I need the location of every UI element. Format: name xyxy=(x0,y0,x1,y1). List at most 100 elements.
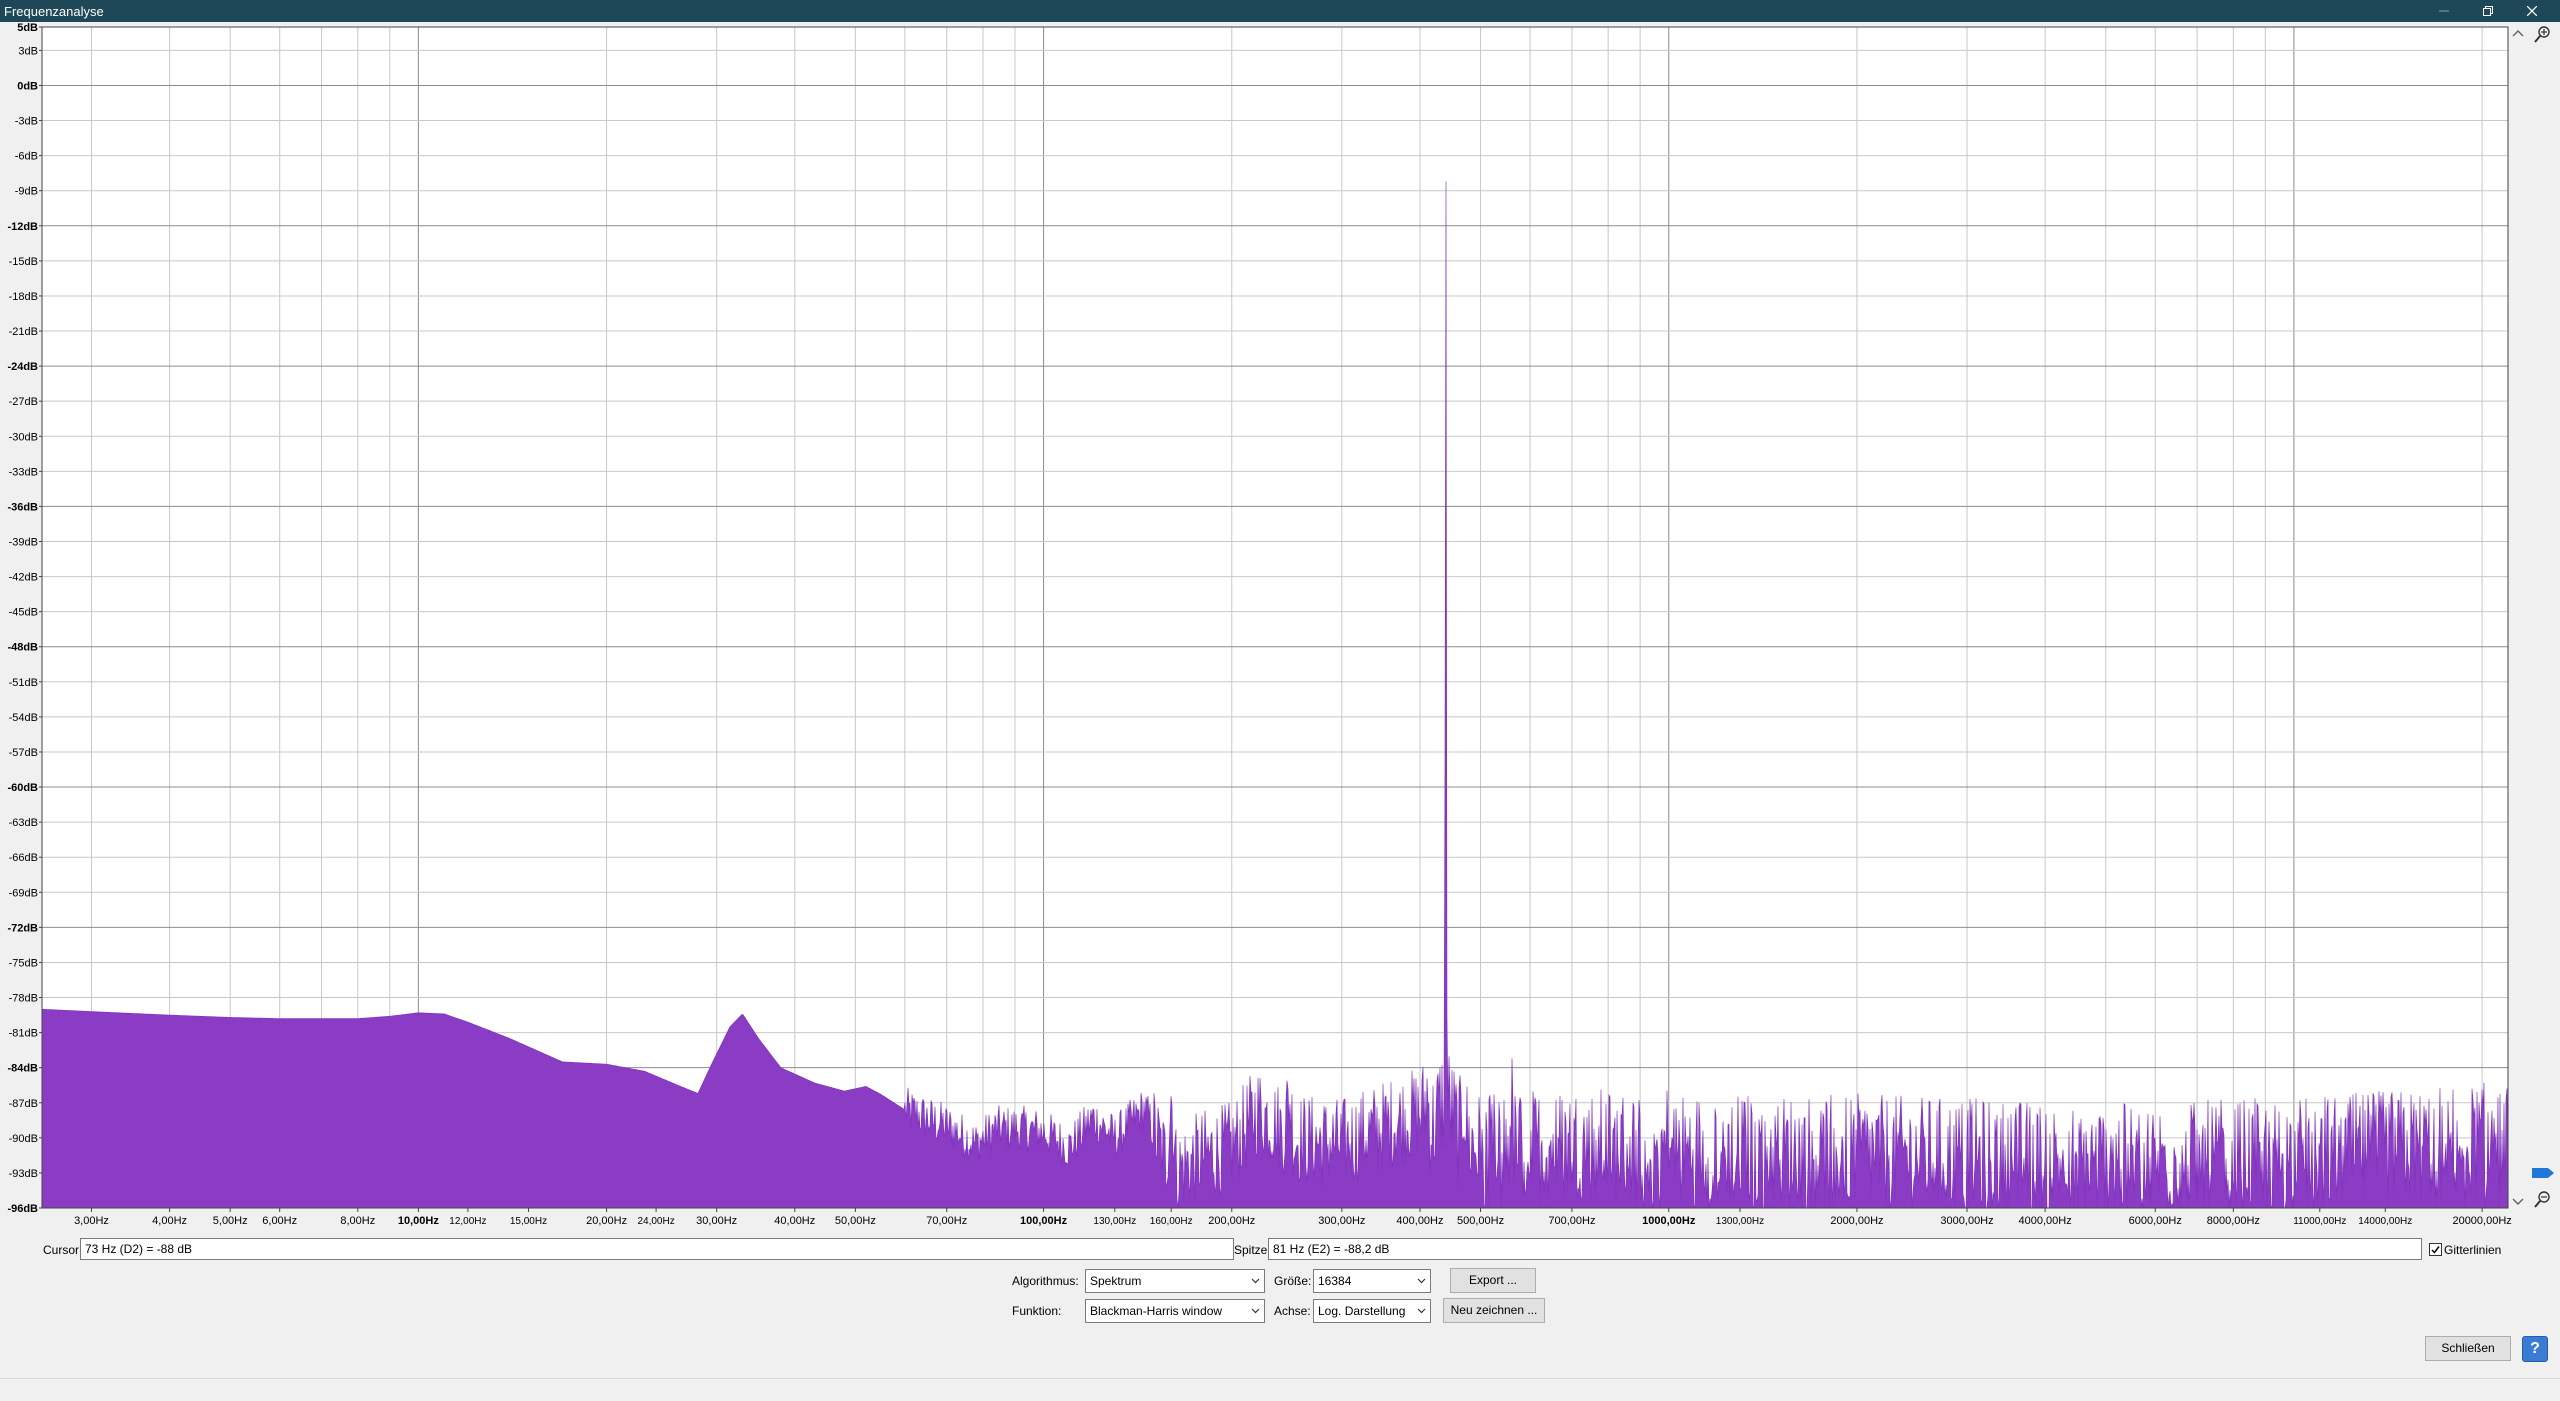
axis-select[interactable]: Log. Darstellung xyxy=(1313,1299,1431,1323)
zoom-in-icon[interactable] xyxy=(2534,26,2550,43)
y-tick-label: -15dB xyxy=(9,256,38,268)
y-tick-label: -78dB xyxy=(9,993,38,1005)
y-tick-label: 0dB xyxy=(17,80,38,92)
algorithm-select[interactable]: Spektrum xyxy=(1085,1269,1265,1293)
x-tick-label: 500,00Hz xyxy=(1457,1215,1504,1227)
y-tick-label: -51dB xyxy=(9,677,38,689)
x-tick-label: 3,00Hz xyxy=(74,1215,109,1227)
close-button[interactable]: Schließen xyxy=(2425,1336,2511,1361)
y-tick-label: -69dB xyxy=(9,887,38,899)
function-label: Funktion: xyxy=(1012,1304,1062,1318)
x-tick-label: 160,00Hz xyxy=(1150,1216,1193,1227)
peak-label: Spitze: xyxy=(1234,1243,1271,1257)
y-tick-label: -42dB xyxy=(9,572,38,584)
x-tick-label: 6000,00Hz xyxy=(2129,1215,2182,1227)
x-tick-label: 12,00Hz xyxy=(449,1216,486,1227)
x-axis: 3,00Hz 4,00Hz 5,00Hz 6,00Hz 8,00Hz 10,00Hz 12,… xyxy=(74,1208,2512,1227)
y-tick-label: -84dB xyxy=(7,1063,38,1075)
size-label: Größe: xyxy=(1274,1274,1312,1288)
help-button[interactable]: ? xyxy=(2522,1336,2548,1362)
vertical-scrollbar[interactable] xyxy=(2510,27,2526,1208)
x-tick-label: 100,00Hz xyxy=(1020,1215,1068,1227)
x-tick-label: 2000,00Hz xyxy=(1830,1215,1883,1227)
size-select[interactable]: 16384 xyxy=(1313,1269,1431,1293)
y-tick-label: -66dB xyxy=(9,852,38,864)
y-tick-label: 5dB xyxy=(17,22,38,34)
zoom-slider-handle[interactable] xyxy=(2532,1168,2554,1178)
grid-checkbox-label: Gitterlinien xyxy=(2444,1243,2502,1257)
chevron-down-icon xyxy=(1417,1278,1426,1284)
y-tick-label: -93dB xyxy=(9,1168,38,1180)
y-tick-label: -6dB xyxy=(15,151,38,163)
x-tick-label: 8000,00Hz xyxy=(2207,1215,2260,1227)
y-tick-label: -39dB xyxy=(9,536,38,548)
restore-icon[interactable] xyxy=(2468,0,2508,22)
x-tick-label: 6,00Hz xyxy=(262,1215,297,1227)
chevron-down-icon xyxy=(1251,1278,1260,1284)
y-tick-label: -24dB xyxy=(7,361,38,373)
x-tick-label: 30,00Hz xyxy=(696,1215,737,1227)
y-tick-label: -54dB xyxy=(9,712,38,724)
x-tick-label: 1300,00Hz xyxy=(1716,1216,1764,1227)
y-tick-label: -21dB xyxy=(9,326,38,338)
y-tick-label: -57dB xyxy=(9,747,38,759)
y-tick-label: -75dB xyxy=(9,957,38,969)
x-tick-label: 14000,00Hz xyxy=(2358,1216,2412,1227)
x-tick-label: 130,00Hz xyxy=(1093,1216,1136,1227)
x-tick-label: 3000,00Hz xyxy=(1940,1215,1993,1227)
y-tick-label: -63dB xyxy=(9,817,38,829)
chevron-down-icon xyxy=(1251,1308,1260,1314)
y-tick-label: 3dB xyxy=(18,45,38,57)
x-tick-label: 20,00Hz xyxy=(586,1215,627,1227)
y-tick-label: -48dB xyxy=(7,642,38,654)
x-tick-label: 10,00Hz xyxy=(398,1215,439,1227)
checkmark-icon xyxy=(2431,1246,2440,1254)
x-tick-label: 70,00Hz xyxy=(926,1215,967,1227)
x-tick-label: 4,00Hz xyxy=(152,1215,187,1227)
status-bar xyxy=(0,1378,2560,1401)
y-tick-label: -90dB xyxy=(9,1133,38,1145)
y-tick-label: -45dB xyxy=(9,607,38,619)
redraw-button[interactable]: Neu zeichnen ... xyxy=(1443,1298,1545,1323)
minimize-icon[interactable] xyxy=(2424,0,2464,22)
y-tick-label: -72dB xyxy=(7,922,38,934)
y-tick-label: -96dB xyxy=(7,1203,38,1215)
axis-label: Achse: xyxy=(1274,1304,1311,1318)
grid-checkbox[interactable] xyxy=(2429,1243,2442,1256)
x-tick-label: 20000,00Hz xyxy=(2452,1215,2511,1227)
y-tick-label: -33dB xyxy=(9,466,38,478)
y-tick-label: -60dB xyxy=(7,782,38,794)
axis-value: Log. Darstellung xyxy=(1318,1304,1406,1318)
y-tick-label: -18dB xyxy=(9,291,38,303)
x-tick-label: 8,00Hz xyxy=(340,1215,375,1227)
x-tick-label: 24,00Hz xyxy=(637,1216,674,1227)
x-tick-label: 300,00Hz xyxy=(1318,1215,1365,1227)
zoom-out-icon[interactable] xyxy=(2534,1191,2550,1208)
x-tick-label: 4000,00Hz xyxy=(2019,1215,2072,1227)
x-tick-label: 1000,00Hz xyxy=(1642,1215,1696,1227)
cursor-readout: 73 Hz (D2) = -88 dB xyxy=(80,1238,1234,1260)
function-value: Blackman-Harris window xyxy=(1090,1304,1223,1318)
window-title: Frequenzanalyse xyxy=(4,4,104,19)
algorithm-label: Algorithmus: xyxy=(1012,1274,1079,1288)
x-tick-label: 40,00Hz xyxy=(774,1215,815,1227)
x-tick-label: 200,00Hz xyxy=(1208,1215,1255,1227)
y-axis: 5dB 3dB 0dB -3dB -6dB -9dB -12dB -15dB -18dB -21d… xyxy=(7,22,42,1215)
algorithm-value: Spektrum xyxy=(1090,1274,1142,1288)
y-tick-label: -81dB xyxy=(9,1028,38,1040)
x-tick-label: 5,00Hz xyxy=(213,1215,248,1227)
peak-readout: 81 Hz (E2) = -88,2 dB xyxy=(1268,1238,2422,1260)
export-button[interactable]: Export ... xyxy=(1450,1268,1536,1293)
y-tick-label: -9dB xyxy=(15,186,38,198)
y-tick-label: -3dB xyxy=(15,116,38,128)
spectrum-plot[interactable]: 5dB 3dB 0dB -3dB -6dB -9dB -12dB -15dB -18dB -21d… xyxy=(0,22,2560,1232)
y-tick-label: -87dB xyxy=(9,1098,38,1110)
chevron-down-icon xyxy=(1417,1308,1426,1314)
function-select[interactable]: Blackman-Harris window xyxy=(1085,1299,1265,1323)
y-tick-label: -27dB xyxy=(9,396,38,408)
x-tick-label: 15,00Hz xyxy=(510,1216,547,1227)
x-tick-label: 700,00Hz xyxy=(1548,1215,1595,1227)
y-tick-label: -36dB xyxy=(7,501,38,513)
x-tick-label: 11000,00Hz xyxy=(2293,1216,2346,1227)
close-icon[interactable] xyxy=(2512,0,2552,22)
